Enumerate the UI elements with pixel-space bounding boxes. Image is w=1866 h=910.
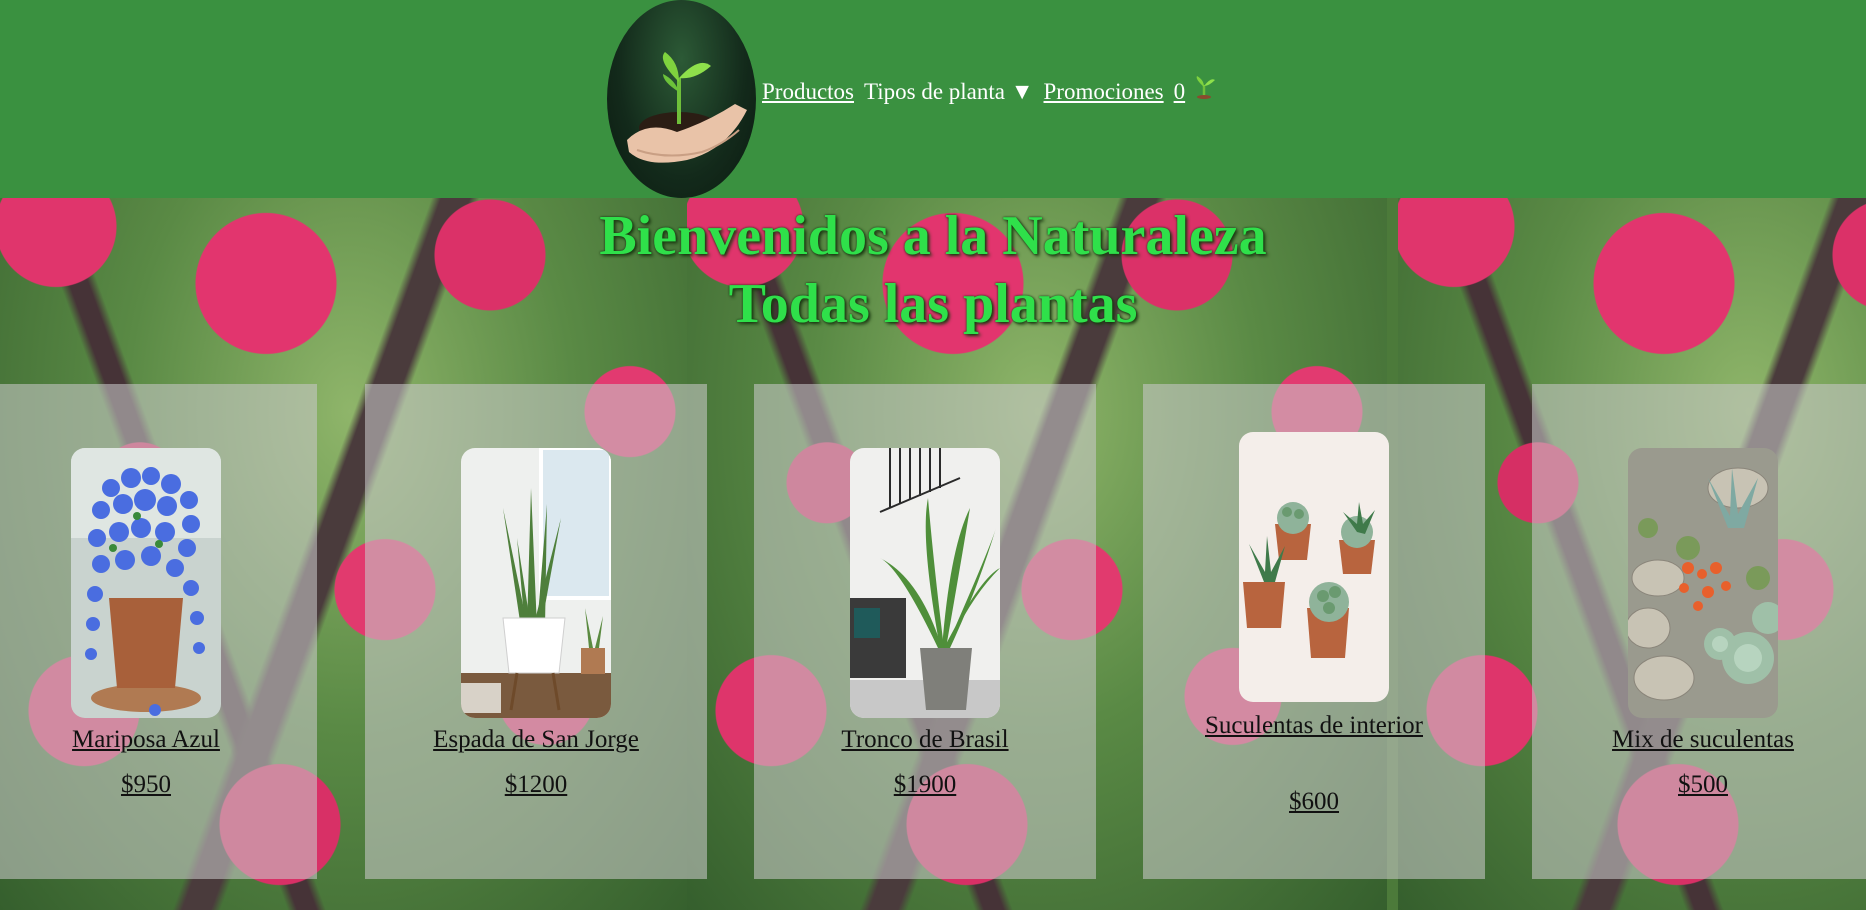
product-image-espada-de-san-jorge[interactable] [461,448,611,718]
product-price[interactable]: $600 [1143,785,1485,819]
product-name[interactable]: Mariposa Azul [0,723,317,757]
product-name[interactable]: Espada de San Jorge [365,723,707,757]
nav-link-promociones[interactable]: Promociones [1044,79,1164,105]
product-card-mariposa-azul[interactable]: Mariposa Azul $950 [0,384,317,879]
main-nav: Productos Tipos de planta ▼ Promociones … [762,75,1217,105]
logo-seedling-hands[interactable] [607,0,756,198]
product-name[interactable]: Tronco de Brasil [754,723,1096,757]
nav-dropdown-tipos-de-planta[interactable]: Tipos de planta ▼ [864,79,1034,105]
product-name[interactable]: Mix de suculentas [1532,723,1866,757]
product-price[interactable]: $1900 [754,768,1096,802]
nav-link-productos[interactable]: Productos [762,79,854,105]
product-image-mix-de-suculentas[interactable] [1628,448,1778,718]
product-card-espada-de-san-jorge[interactable]: Espada de San Jorge $1200 [365,384,707,879]
hero-titles: Bienvenidos a la Naturaleza Todas las pl… [0,198,1866,338]
product-image-tronco-de-brasil[interactable] [850,448,1000,718]
site-header: Productos Tipos de planta ▼ Promociones … [0,0,1866,198]
cart-link[interactable]: 0 [1174,75,1218,105]
product-price[interactable]: $950 [0,768,317,802]
product-price[interactable]: $1200 [365,768,707,802]
product-card-mix-de-suculentas[interactable]: Mix de suculentas $500 [1532,384,1866,879]
product-name[interactable]: Suculentas de interior [1143,709,1485,743]
cart-count: 0 [1173,79,1186,104]
page-subtitle: Todas las plantas [728,273,1138,335]
product-card-suculentas-de-interior[interactable]: Suculentas de interior $600 [1143,384,1485,879]
page-title: Bienvenidos a la Naturaleza [599,205,1267,267]
product-card-tronco-de-brasil[interactable]: Tronco de Brasil $1900 [754,384,1096,879]
product-image-suculentas-de-interior[interactable] [1239,432,1389,702]
product-image-mariposa-azul[interactable] [71,448,221,718]
product-price[interactable]: $500 [1532,768,1866,802]
seedling-icon [1191,75,1217,105]
